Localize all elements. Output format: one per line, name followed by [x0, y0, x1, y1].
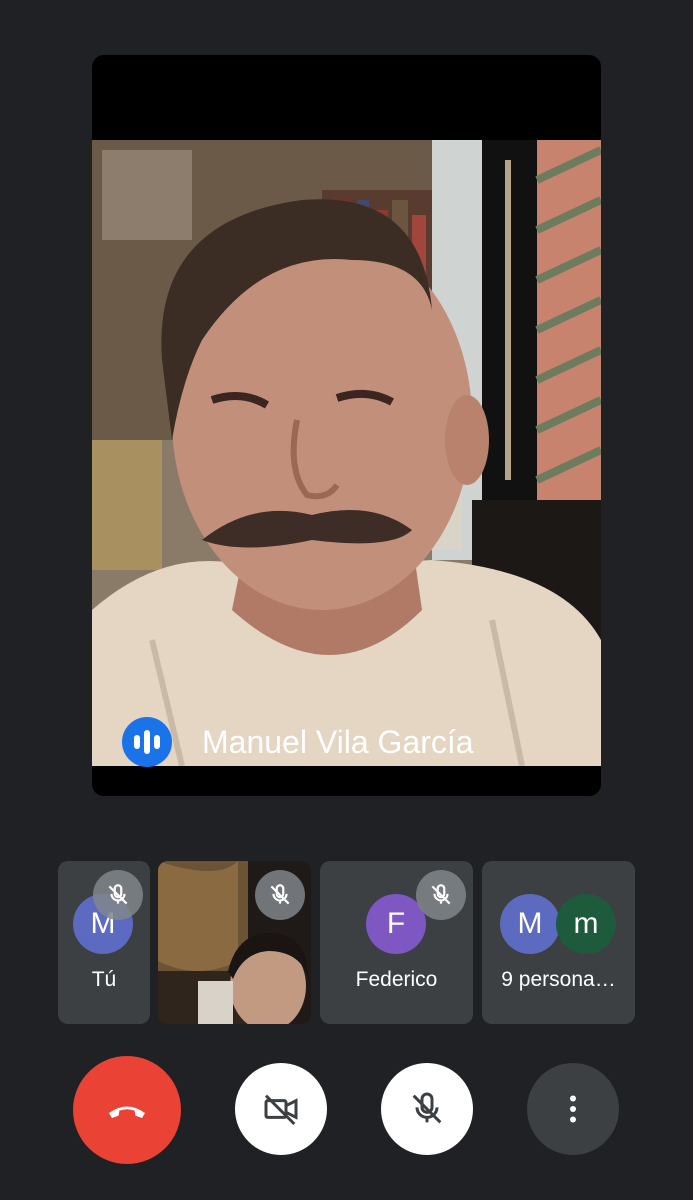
- speaker-video-feed: [92, 140, 601, 766]
- audio-level-icon: [122, 717, 172, 767]
- more-options-button[interactable]: [527, 1063, 619, 1155]
- speaker-name: Manuel Vila García: [202, 724, 474, 760]
- participant-tile-camera[interactable]: [158, 861, 311, 1024]
- video-call-screen: Manuel Vila García M Tú F Federico M m 9…: [0, 0, 693, 1200]
- main-speaker-tile[interactable]: Manuel Vila García: [92, 55, 601, 796]
- hang-up-button[interactable]: [73, 1056, 181, 1164]
- participant-label: 9 persona…: [501, 968, 616, 991]
- hang-up-icon: [109, 1106, 145, 1118]
- participant-tile-more-people[interactable]: M m 9 persona…: [482, 861, 635, 1024]
- camera-toggle-button[interactable]: [235, 1063, 327, 1155]
- camera-off-icon: [264, 1094, 298, 1126]
- participant-label: Tú: [91, 968, 117, 991]
- speaker-name-bar: [92, 766, 601, 796]
- mic-off-icon: [416, 870, 466, 920]
- more-vert-icon: [570, 1095, 576, 1123]
- participant-label: Federico: [355, 968, 438, 991]
- mic-off-icon: [412, 1092, 442, 1124]
- avatar: M: [500, 894, 560, 954]
- microphone-toggle-button[interactable]: [381, 1063, 473, 1155]
- avatar: m: [556, 894, 616, 954]
- mic-off-icon: [255, 870, 305, 920]
- mic-off-icon: [93, 870, 143, 920]
- participant-tile-you[interactable]: M Tú: [58, 861, 150, 1024]
- participant-tile-federico[interactable]: F Federico: [320, 861, 473, 1024]
